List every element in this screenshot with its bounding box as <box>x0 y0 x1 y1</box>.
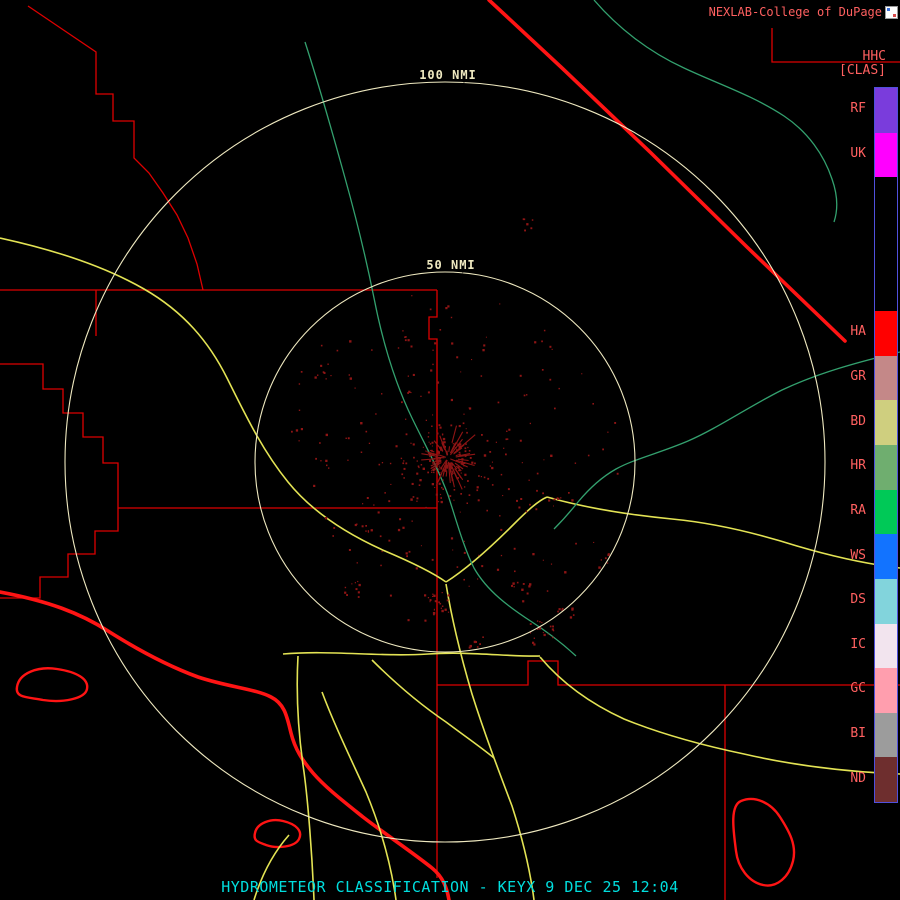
legend-swatch-ND <box>875 757 897 802</box>
range-ring-label-100nmi: 100 NMI <box>419 68 477 82</box>
product-code: HHC <box>862 49 886 64</box>
legend-swatch-HR <box>875 445 897 490</box>
legend-swatch-BD <box>875 400 897 445</box>
product-caption: HYDROMETEOR CLASSIFICATION - KEYX 9 DEC … <box>221 878 679 896</box>
range-ring-label-50nmi: 50 NMI <box>426 258 475 272</box>
product-id-block: HHC [CLAS] <box>839 50 886 78</box>
legend-swatch-HA <box>875 311 897 356</box>
dry-lake-outlines <box>15 667 796 887</box>
legend-colorbar <box>874 87 898 803</box>
radar-display: 100 NMI 50 NMI NEXLAB-College of DuPage … <box>0 0 900 900</box>
legend-swatch-GR <box>875 355 897 401</box>
legend-swatch-RF <box>875 88 897 133</box>
highways <box>0 237 900 900</box>
rivers <box>304 0 900 657</box>
broken-image-icon <box>885 5 898 19</box>
legend-swatch-blank <box>875 221 897 267</box>
legend-swatch-UK <box>875 132 897 178</box>
legend-swatch-WS <box>875 534 897 579</box>
legend-swatch-GC <box>875 668 897 713</box>
header: NEXLAB-College of DuPage <box>709 5 898 19</box>
legend-swatch-blank <box>875 266 897 312</box>
legend-swatch-blank <box>875 177 897 222</box>
legend-swatch-IC <box>875 623 897 669</box>
product-units: [CLAS] <box>839 63 886 78</box>
legend-swatch-RA <box>875 489 897 535</box>
radar-echoes <box>291 218 619 649</box>
interstate-highways <box>0 0 847 900</box>
legend-swatch-DS <box>875 578 897 624</box>
radar-map: 100 NMI 50 NMI <box>0 0 900 900</box>
page-title: NEXLAB-College of DuPage <box>708 5 882 19</box>
legend-swatch-BI <box>875 712 897 758</box>
